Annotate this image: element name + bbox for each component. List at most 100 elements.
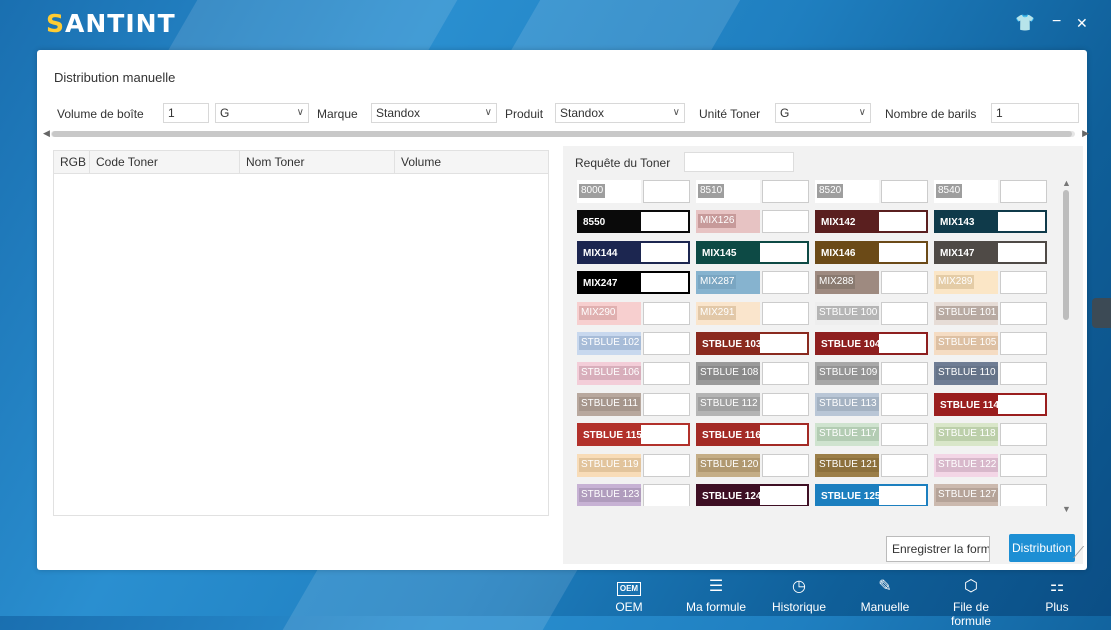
toner-cell[interactable]: MIX289 — [934, 271, 1047, 295]
nav-manuelle[interactable]: ✎ Manuelle — [846, 576, 924, 614]
toner-cell[interactable]: STBLUE 101 — [934, 301, 1047, 325]
toner-quantity-input[interactable] — [643, 392, 690, 416]
unite-toner-select[interactable]: G ∨ — [775, 103, 871, 123]
toner-cell[interactable]: MIX146 — [815, 240, 928, 264]
toner-swatch[interactable]: 8000 — [577, 180, 641, 203]
nav-plus[interactable]: ⚏ Plus — [1018, 576, 1096, 614]
toner-cell[interactable]: STBLUE 114 — [934, 392, 1047, 416]
toner-swatch[interactable]: STBLUE 127 — [934, 484, 999, 506]
toner-quantity-input[interactable] — [879, 242, 926, 262]
toner-swatch[interactable]: STBLUE 105 — [934, 332, 999, 355]
toner-quantity-input[interactable] — [762, 453, 809, 477]
toner-swatch[interactable]: STBLUE 122 — [934, 453, 999, 477]
toner-quantity-input[interactable] — [998, 394, 1045, 414]
toner-quantity-input[interactable] — [1000, 271, 1047, 295]
marque-select[interactable]: Standox ∨ — [371, 103, 497, 123]
scroll-thumb[interactable] — [1063, 190, 1069, 320]
toner-cell[interactable]: STBLUE 115 — [577, 423, 690, 447]
toner-quantity-input[interactable] — [762, 392, 809, 416]
toner-quantity-input[interactable] — [643, 332, 690, 355]
toner-cell[interactable]: STBLUE 124 — [696, 484, 809, 506]
close-button[interactable]: ✕ — [1076, 15, 1088, 32]
toner-cell[interactable]: MIX247 — [577, 271, 690, 295]
toner-cell[interactable]: MIX287 — [696, 271, 809, 295]
toner-quantity-input[interactable] — [1000, 453, 1047, 477]
toner-swatch[interactable]: STBLUE 101 — [934, 301, 999, 325]
toner-quantity-input[interactable] — [643, 301, 690, 325]
toner-quantity-input[interactable] — [881, 392, 928, 416]
toner-quantity-input[interactable] — [1000, 180, 1047, 203]
toner-quantity-input[interactable] — [762, 210, 809, 234]
toner-cell[interactable]: MIX147 — [934, 240, 1047, 264]
toner-swatch[interactable]: STBLUE 109 — [815, 362, 880, 386]
toner-swatch[interactable]: STBLUE 120 — [696, 453, 761, 477]
toner-quantity-input[interactable] — [760, 242, 807, 262]
column-code-toner[interactable]: Code Toner — [90, 151, 240, 173]
toner-cell[interactable]: 8510 — [696, 180, 809, 203]
toner-cell[interactable]: STBLUE 118 — [934, 423, 1047, 447]
toner-cell[interactable]: STBLUE 111 — [577, 392, 690, 416]
toner-cell[interactable]: STBLUE 121 — [815, 453, 928, 477]
toner-quantity-input[interactable] — [1000, 423, 1047, 447]
toner-quantity-input[interactable] — [762, 180, 809, 203]
nav-historique[interactable]: ◷ Historique — [760, 576, 838, 614]
toner-quantity-input[interactable] — [881, 423, 928, 447]
toner-cell[interactable]: 8000 — [577, 180, 690, 203]
toner-cell[interactable]: STBLUE 103 — [696, 332, 809, 355]
toner-cell[interactable]: STBLUE 105 — [934, 332, 1047, 355]
toner-cell[interactable]: STBLUE 120 — [696, 453, 809, 477]
toner-quantity-input[interactable] — [998, 212, 1045, 232]
toner-swatch[interactable]: STBLUE 106 — [577, 362, 642, 386]
toner-swatch[interactable]: STBLUE 100 — [815, 301, 880, 325]
toner-cell[interactable]: STBLUE 108 — [696, 362, 809, 386]
volume-unit-select[interactable]: G ∨ — [215, 103, 309, 123]
side-tab[interactable] — [1092, 298, 1111, 328]
toner-swatch[interactable]: STBLUE 123 — [577, 484, 642, 506]
toner-quantity-input[interactable] — [881, 271, 928, 295]
horizontal-scrollbar[interactable]: ◀ ▶ — [43, 128, 1089, 139]
column-volume[interactable]: Volume — [395, 151, 548, 173]
toner-cell[interactable]: MIX288 — [815, 271, 928, 295]
toner-cell[interactable]: MIX142 — [815, 210, 928, 234]
toner-swatch[interactable]: STBLUE 108 — [696, 362, 761, 386]
scroll-right-icon[interactable]: ▶ — [1082, 128, 1089, 139]
toner-cell[interactable]: 8520 — [815, 180, 928, 203]
volume-input[interactable]: 1 — [163, 103, 209, 123]
toner-quantity-input[interactable] — [881, 180, 928, 203]
toner-cell[interactable]: STBLUE 112 — [696, 392, 809, 416]
toner-cell[interactable]: MIX145 — [696, 240, 809, 264]
toner-quantity-input[interactable] — [998, 242, 1045, 262]
toner-swatch[interactable]: 8520 — [815, 180, 879, 203]
toner-quantity-input[interactable] — [881, 362, 928, 386]
toner-quantity-input[interactable] — [881, 301, 928, 325]
toner-cell[interactable]: STBLUE 109 — [815, 362, 928, 386]
toner-quantity-input[interactable] — [881, 453, 928, 477]
toner-quantity-input[interactable] — [1000, 362, 1047, 386]
toner-cell[interactable]: MIX126 — [696, 210, 809, 234]
toner-cell[interactable]: STBLUE 117 — [815, 423, 928, 447]
toner-cell[interactable]: STBLUE 106 — [577, 362, 690, 386]
toner-quantity-input[interactable] — [762, 362, 809, 386]
resize-handle-icon[interactable]: ⟋ — [1073, 545, 1084, 563]
vertical-scrollbar[interactable]: ▲ ▼ — [1061, 178, 1071, 514]
scroll-left-icon[interactable]: ◀ — [43, 128, 50, 139]
toner-cell[interactable]: MIX143 — [934, 210, 1047, 234]
toner-cell[interactable]: STBLUE 116 — [696, 423, 809, 447]
toner-quantity-input[interactable] — [641, 212, 688, 232]
toner-quantity-input[interactable] — [762, 301, 809, 325]
nav-file-formule[interactable]: ⬡ File de formule — [932, 576, 1010, 628]
toner-cell[interactable]: 8550 — [577, 210, 690, 234]
toner-cell[interactable]: STBLUE 104 — [815, 332, 928, 355]
toner-swatch[interactable]: STBLUE 119 — [577, 453, 641, 477]
toner-cell[interactable]: STBLUE 119 — [577, 453, 690, 477]
toner-cell[interactable]: STBLUE 113 — [815, 392, 928, 416]
toner-swatch[interactable]: MIX290 — [577, 301, 641, 325]
toner-cell[interactable]: STBLUE 127 — [934, 484, 1047, 506]
skin-icon[interactable]: 👕 — [1015, 13, 1035, 33]
scroll-up-icon[interactable]: ▲ — [1062, 178, 1071, 188]
toner-swatch[interactable]: STBLUE 102 — [577, 332, 642, 355]
toner-quantity-input[interactable] — [760, 334, 807, 353]
toner-cell[interactable]: STBLUE 122 — [934, 453, 1047, 477]
toner-cell[interactable]: MIX290 — [577, 301, 690, 325]
toner-quantity-input[interactable] — [643, 180, 690, 203]
